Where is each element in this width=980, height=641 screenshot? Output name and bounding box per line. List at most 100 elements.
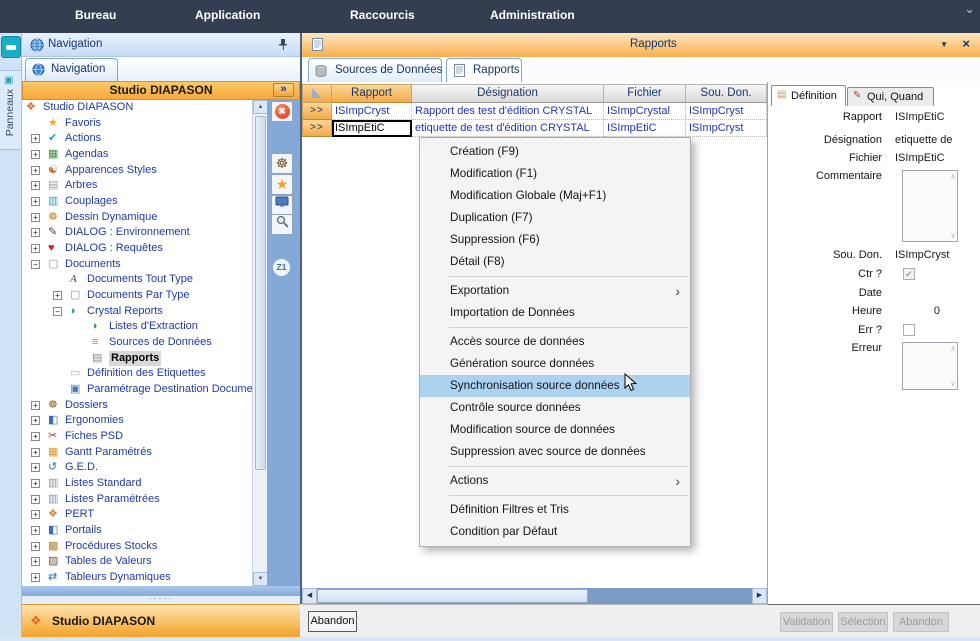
tab-rapports[interactable]: Rapports [446, 58, 522, 82]
tree-item-label[interactable]: Tableurs Dynamiques [65, 570, 171, 586]
menu-item[interactable]: Condition par Défaut [420, 521, 690, 543]
tree-item[interactable]: +↺G.E.D. [22, 460, 252, 476]
row-handle[interactable]: >> [302, 103, 332, 120]
table-cell[interactable]: ISImpCryst [686, 103, 767, 120]
expand-toggle[interactable]: − [31, 260, 40, 269]
menubar-item-raccourcis[interactable]: Raccourcis [350, 8, 415, 22]
tree-item[interactable]: +▥Couplages [22, 194, 252, 210]
horizontal-scrollbar[interactable]: ◀ ▶ [302, 588, 767, 604]
field-value-heure[interactable]: 0 [895, 305, 940, 317]
menubar-item-application[interactable]: Application [195, 8, 260, 22]
tree-item[interactable]: +⇄Tableurs Dynamiques [22, 570, 252, 586]
tree-item[interactable]: +▢Documents Par Type [22, 288, 252, 304]
tree-item-label[interactable]: Documents Par Type [87, 288, 190, 304]
scroll-up-icon[interactable]: ∧ [950, 172, 956, 181]
menubar-item-administration[interactable]: Administration [490, 8, 575, 22]
tree-item-label[interactable]: Ergonomies [65, 413, 124, 429]
field-value-fichier[interactable]: ISImpEtiC [895, 152, 965, 164]
expand-toggle[interactable]: + [31, 432, 40, 441]
tree-item[interactable]: ❖Studio DIAPASON [22, 100, 252, 116]
menu-item[interactable]: Accès source de données [420, 331, 690, 353]
expand-toggle[interactable]: + [31, 463, 40, 472]
column-header[interactable]: Fichier [604, 84, 686, 103]
select-all-corner[interactable] [302, 84, 332, 103]
tree-item-label[interactable]: G.E.D. [65, 460, 98, 476]
tree-item[interactable]: +▥Listes Paramétrées [22, 492, 252, 508]
menu-item[interactable]: Modification Globale (Maj+F1) [420, 185, 690, 207]
menu-item[interactable]: Définition Filtres et Tris [420, 499, 690, 521]
tree-item-selected[interactable]: ▤Rapports [22, 351, 252, 367]
tree-item-label[interactable]: Gantt Paramétrés [65, 445, 152, 461]
menu-item[interactable]: Modification source de données [420, 419, 690, 441]
tree-item[interactable]: +▦Gantt Paramétrés [22, 445, 252, 461]
expand-toggle[interactable]: + [31, 134, 40, 143]
search-button[interactable] [271, 214, 293, 235]
scroll-left-icon[interactable]: ◀ [302, 588, 317, 604]
menu-item[interactable]: Modification (F1) [420, 163, 690, 185]
splitter-handle[interactable]: ····· [22, 596, 300, 604]
tree-item[interactable]: +☯Apparences Styles [22, 163, 252, 179]
row-handle[interactable]: >> [302, 120, 332, 137]
tree-item[interactable]: +✎DIALOG : Environnement [22, 225, 252, 241]
expand-toggle[interactable]: + [53, 291, 62, 300]
tree-item[interactable]: +♥DIALOG : Requêtes [22, 241, 252, 257]
expand-toggle[interactable]: + [31, 448, 40, 457]
expand-toggle[interactable]: + [31, 150, 40, 159]
tree-item-label[interactable]: Dossiers [65, 398, 108, 414]
tree-item-label[interactable]: Listes Standard [65, 476, 141, 492]
tree-item[interactable]: ★Favoris [22, 116, 252, 132]
tree-item[interactable]: +▤Arbres [22, 178, 252, 194]
expand-toggle[interactable]: + [31, 479, 40, 488]
scroll-up-icon[interactable]: ∧ [950, 344, 956, 353]
tree-item-label[interactable]: Rapports [109, 351, 161, 367]
expand-toggle[interactable]: + [31, 557, 40, 566]
menu-item[interactable]: Importation de Données [420, 302, 690, 324]
tree-item[interactable]: +◧Ergonomies [22, 413, 252, 429]
tree-item[interactable]: ▣Paramétrage Destination Document [22, 382, 252, 398]
expand-toggle[interactable]: + [31, 244, 40, 253]
expand-toggle[interactable]: + [31, 416, 40, 425]
table-cell[interactable]: ISImpCrystal [604, 103, 686, 120]
tree-item-label[interactable]: DIALOG : Requêtes [65, 241, 163, 257]
erreur-textarea[interactable]: ∧ ∨ [902, 342, 958, 390]
tree-item-label[interactable]: Couplages [65, 194, 118, 210]
tree-item-label[interactable]: Apparences Styles [65, 163, 157, 179]
tree-item-label[interactable]: Listes Paramétrées [65, 492, 160, 508]
table-cell[interactable]: ISImpEtiC [604, 120, 686, 137]
table-cell[interactable]: etiquette de test d'édition CRYSTAL [412, 120, 604, 137]
menubar-item-bureau[interactable]: Bureau [75, 8, 116, 22]
column-header[interactable]: Sou. Don. [686, 84, 767, 103]
dock-collapse-button[interactable] [1, 36, 21, 58]
expand-toggle[interactable]: + [31, 228, 40, 237]
menu-item[interactable]: Suppression avec source de données [420, 441, 690, 463]
validation-button[interactable]: Validation [780, 612, 833, 632]
err-checkbox[interactable] [903, 324, 915, 336]
tree-item-label[interactable]: Fiches PSD [65, 429, 123, 445]
scroll-right-icon[interactable]: ▶ [752, 588, 767, 604]
scrollbar-thumb[interactable] [317, 589, 588, 603]
tree-item-label[interactable]: PERT [65, 507, 94, 523]
scroll-down-icon[interactable]: ∨ [950, 231, 956, 240]
tree-item-label[interactable]: Tables de Valeurs [65, 554, 152, 570]
menu-item[interactable]: Synchronisation source données [420, 375, 690, 397]
tab-navigation[interactable]: Navigation [25, 58, 118, 81]
tree-item[interactable]: −◗Crystal Reports [22, 304, 252, 320]
tree-item[interactable]: +▩Procédures Stocks [22, 539, 252, 555]
tree-item-label[interactable]: Dessin Dynamique [65, 210, 157, 226]
tree-item[interactable]: +▥Listes Standard [22, 476, 252, 492]
tree-item[interactable]: +☸Dossiers [22, 398, 252, 414]
tree-item-label[interactable]: Arbres [65, 178, 97, 194]
table-cell[interactable]: ISImpCryst [686, 120, 767, 137]
ctr-checkbox[interactable]: ✔ [903, 268, 915, 280]
tree-item-label[interactable]: Procédures Stocks [65, 539, 157, 555]
tree-scrollbar[interactable]: ▲ ▼ [252, 100, 267, 586]
tree-item-label[interactable]: Documents Tout Type [87, 272, 193, 288]
column-header[interactable]: Rapport [332, 84, 412, 103]
tree-item-label[interactable]: Définition des Etiquettes [87, 366, 206, 382]
expand-toggle[interactable]: + [31, 181, 40, 190]
close-tree-button[interactable]: ✖ [271, 101, 293, 122]
menu-item[interactable]: Exportation› [420, 280, 690, 302]
menu-item[interactable]: Détail (F8) [420, 251, 690, 273]
wheel-button[interactable]: ☸ [271, 153, 293, 174]
tree-item[interactable]: −▢Documents [22, 257, 252, 273]
